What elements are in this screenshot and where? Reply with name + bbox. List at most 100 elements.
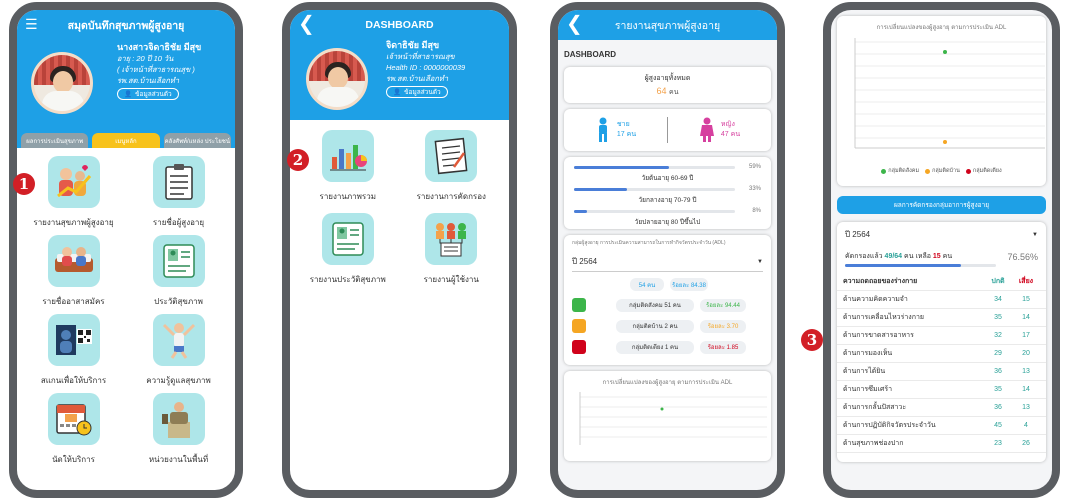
menu-item-overview-report[interactable]: รายงานภาพรวม xyxy=(296,130,400,203)
volunteer-list-icon xyxy=(47,235,100,287)
tab-vocabulary[interactable]: คลังศัพท์/แหล่ง ประโยชน์ xyxy=(163,133,231,148)
legend-label: กลุ่มติดสังคม xyxy=(888,168,920,174)
table-row: ด้านความคิดความจำ 34 15 xyxy=(837,291,1046,309)
male-unit: คน xyxy=(626,131,637,138)
legend-label: กลุ่มติดบ้าน xyxy=(932,168,960,174)
screening-report-icon xyxy=(425,130,478,182)
legend-item: กลุ่มติดเตียง xyxy=(965,167,1002,175)
adl-chart-card: การเปลี่ยนแปลงของผู้สูงอายุ ตามการประเมิ… xyxy=(837,16,1046,186)
cell-normal: 36 xyxy=(994,368,1002,375)
adl-group-label: กลุ่มติดเตียง 1 คน xyxy=(616,340,694,354)
back-chevron-icon[interactable]: ❮ xyxy=(298,14,315,34)
step-marker-1: 1 xyxy=(13,173,35,195)
scan-qr-icon xyxy=(47,314,100,366)
section-title: DASHBOARD xyxy=(564,50,616,59)
adl-group-row: กลุ่มติดเตียง 1 คน ร้อยละ 1.85 xyxy=(572,340,763,354)
screening-results-button[interactable]: ผลการคัดกรองกลุ่มอาการผู้สูงอายุ xyxy=(837,196,1046,214)
main-menu-grid: รายงานสุขภาพผู้สูงอายุ รายชื่อผู้สูงอายุ… xyxy=(17,148,235,466)
step-marker-3: 3 xyxy=(801,329,823,351)
total-unit: คน xyxy=(669,89,679,96)
profile-role: ( เจ้าหน้าที่สาธารณสุข ) xyxy=(117,65,195,74)
cell-normal: 35 xyxy=(994,314,1002,321)
legend-item: กลุ่มติดบ้าน xyxy=(925,167,960,175)
menu-label: รายงานสุขภาพผู้สูงอายุ xyxy=(33,218,114,227)
year-select[interactable]: ปี 2564 ▼ xyxy=(837,228,1046,245)
age-bar xyxy=(574,165,735,169)
profile-info: จิดาธิชัย มีสุข เจ้าหน้าที่สาธารณสุข Hea… xyxy=(386,40,465,98)
menu-label: สแกนเพื่อให้บริการ xyxy=(40,376,107,385)
age-label: วัยต้นอายุ 60-69 ปี xyxy=(641,175,694,182)
age-bar-fill xyxy=(574,209,587,213)
male-value: 17 xyxy=(616,131,625,138)
tab-main-menu[interactable]: เมนูหลัก xyxy=(92,133,160,148)
cell-normal: 34 xyxy=(994,296,1002,303)
menu-item-user-report[interactable]: รายงานผู้ใช้งาน xyxy=(400,213,504,286)
female-value: 47 xyxy=(720,131,729,138)
profile-button[interactable]: 👤 ข้อมูลส่วนตัว xyxy=(386,86,448,98)
app-header: ☰ สมุดบันทึกสุขภาพผู้สูงอายุ xyxy=(17,10,235,40)
profile-name: จิดาธิชัย มีสุข xyxy=(386,40,440,50)
tab-assessment[interactable]: ผลการประเมินสุขภาพ xyxy=(21,133,89,148)
bed-group-icon xyxy=(572,340,586,354)
menu-item-field-unit[interactable]: หน่วยงานในพื้นที่ xyxy=(126,393,231,466)
menu-item-volunteer-list[interactable]: รายชื่ออาสาสมัคร xyxy=(21,235,126,308)
step-marker-2: 2 xyxy=(287,149,309,171)
cell-risk: 14 xyxy=(1022,314,1030,321)
col-header: ปกติ xyxy=(991,278,1005,285)
age-group-row: 59% วัยต้นอายุ 60-69 ปี xyxy=(574,164,761,183)
total-elderly-card: ผู้สูงอายุทั้งหมด 64 คน xyxy=(564,67,771,103)
age-group-row: 8% วัยปลายอายุ 80 ปีขึ้นไป xyxy=(574,208,761,227)
age-label: วัยกลางอายุ 70-79 ปี xyxy=(638,197,697,204)
table-row: ด้านสุขภาพช่องปาก 23 26 xyxy=(837,435,1046,453)
menu-label: รายงานผู้ใช้งาน xyxy=(423,275,479,284)
age-bar xyxy=(574,209,735,213)
legend-dot-icon xyxy=(881,168,887,174)
menu-item-health-knowledge[interactable]: ความรู้ดูแลสุขภาพ xyxy=(126,314,231,387)
menu-label: ประวัติสุขภาพ xyxy=(154,297,203,306)
phone-screen-dashboard-menu: ❮ DASHBOARD จิดาธิชัย มีสุข เจ้าหน้าที่ส… xyxy=(282,2,517,498)
adl-group-pct: ร้อยละ 94.44 xyxy=(700,298,746,312)
profile-button-label: ข้อมูลส่วนตัว xyxy=(135,90,172,98)
profile-hospital: รพ.สต.บ้านเลือกทำ xyxy=(386,74,449,83)
profile-info: นางสาวจิดาธิชัย มีสุข อายุ : 20 ปี 10 วั… xyxy=(117,42,201,100)
menu-item-health-report[interactable]: รายงานสุขภาพผู้สูงอายุ xyxy=(21,156,126,229)
menu-label: หน่วยงานในพื้นที่ xyxy=(148,455,209,464)
chart-title: การเปลี่ยนแปลงของผู้สูงอายุ ตามการประเมิ… xyxy=(876,25,1007,31)
user-icon: 👤 xyxy=(124,90,133,98)
male-label: ชาย xyxy=(616,121,630,128)
adl-group-row: กลุ่มติดบ้าน 2 คน ร้อยละ 3.70 xyxy=(572,319,763,333)
health-history-report-icon xyxy=(321,213,374,265)
cell-category: ด้านสุขภาพช่องปาก xyxy=(843,440,904,447)
cell-category: ด้านการขาดสารอาหาร xyxy=(843,332,914,339)
back-chevron-icon[interactable]: ❮ xyxy=(566,14,583,34)
total-label: ผู้สูงอายุทั้งหมด xyxy=(644,75,691,82)
age-bar-fill xyxy=(574,187,628,191)
screened-label xyxy=(572,282,624,288)
field-unit-icon xyxy=(152,393,205,445)
legend-label: กลุ่มติดเตียง xyxy=(972,168,1002,174)
age-pct: 8% xyxy=(752,208,761,214)
cell-risk: 13 xyxy=(1022,404,1030,411)
menu-item-elderly-list[interactable]: รายชื่อผู้สูงอายุ xyxy=(126,156,231,229)
menu-item-health-history[interactable]: ประวัติสุขภาพ xyxy=(126,235,231,308)
profile-button[interactable]: 👤 ข้อมูลส่วนตัว xyxy=(117,88,179,100)
menu-item-screening-report[interactable]: รายงานการคัดกรอง xyxy=(400,130,504,203)
hamburger-icon[interactable]: ☰ xyxy=(25,14,38,34)
menu-item-scan[interactable]: สแกนเพื่อให้บริการ xyxy=(21,314,126,387)
menu-item-health-history-report[interactable]: รายงานประวัติสุขภาพ xyxy=(296,213,400,286)
cell-normal: 32 xyxy=(994,332,1002,339)
cell-normal: 35 xyxy=(994,386,1002,393)
menu-label: รายชื่อผู้สูงอายุ xyxy=(152,218,205,227)
cell-category: ด้านการมองเห็น xyxy=(843,350,893,357)
profile-name: นางสาวจิดาธิชัย มีสุข xyxy=(117,42,202,52)
cell-risk: 26 xyxy=(1022,440,1030,447)
cell-risk: 17 xyxy=(1022,332,1030,339)
table-row: ด้านการเคลื่อนไหวร่างกาย 35 14 xyxy=(837,309,1046,327)
year-select[interactable]: ปี 2564 ▼ xyxy=(572,255,763,272)
cell-category: ด้านการปฏิบัติกิจวัตรประจำวัน xyxy=(843,422,936,429)
table-header: ความถดถอยของร่างกาย ปกติ เสี่ยง xyxy=(837,273,1046,291)
menu-label: รายงานภาพรวม xyxy=(319,192,376,201)
menu-item-appointment[interactable]: นัดให้บริการ xyxy=(21,393,126,466)
screened-text-b: คน เหลือ xyxy=(904,253,931,260)
cell-normal: 29 xyxy=(994,350,1002,357)
